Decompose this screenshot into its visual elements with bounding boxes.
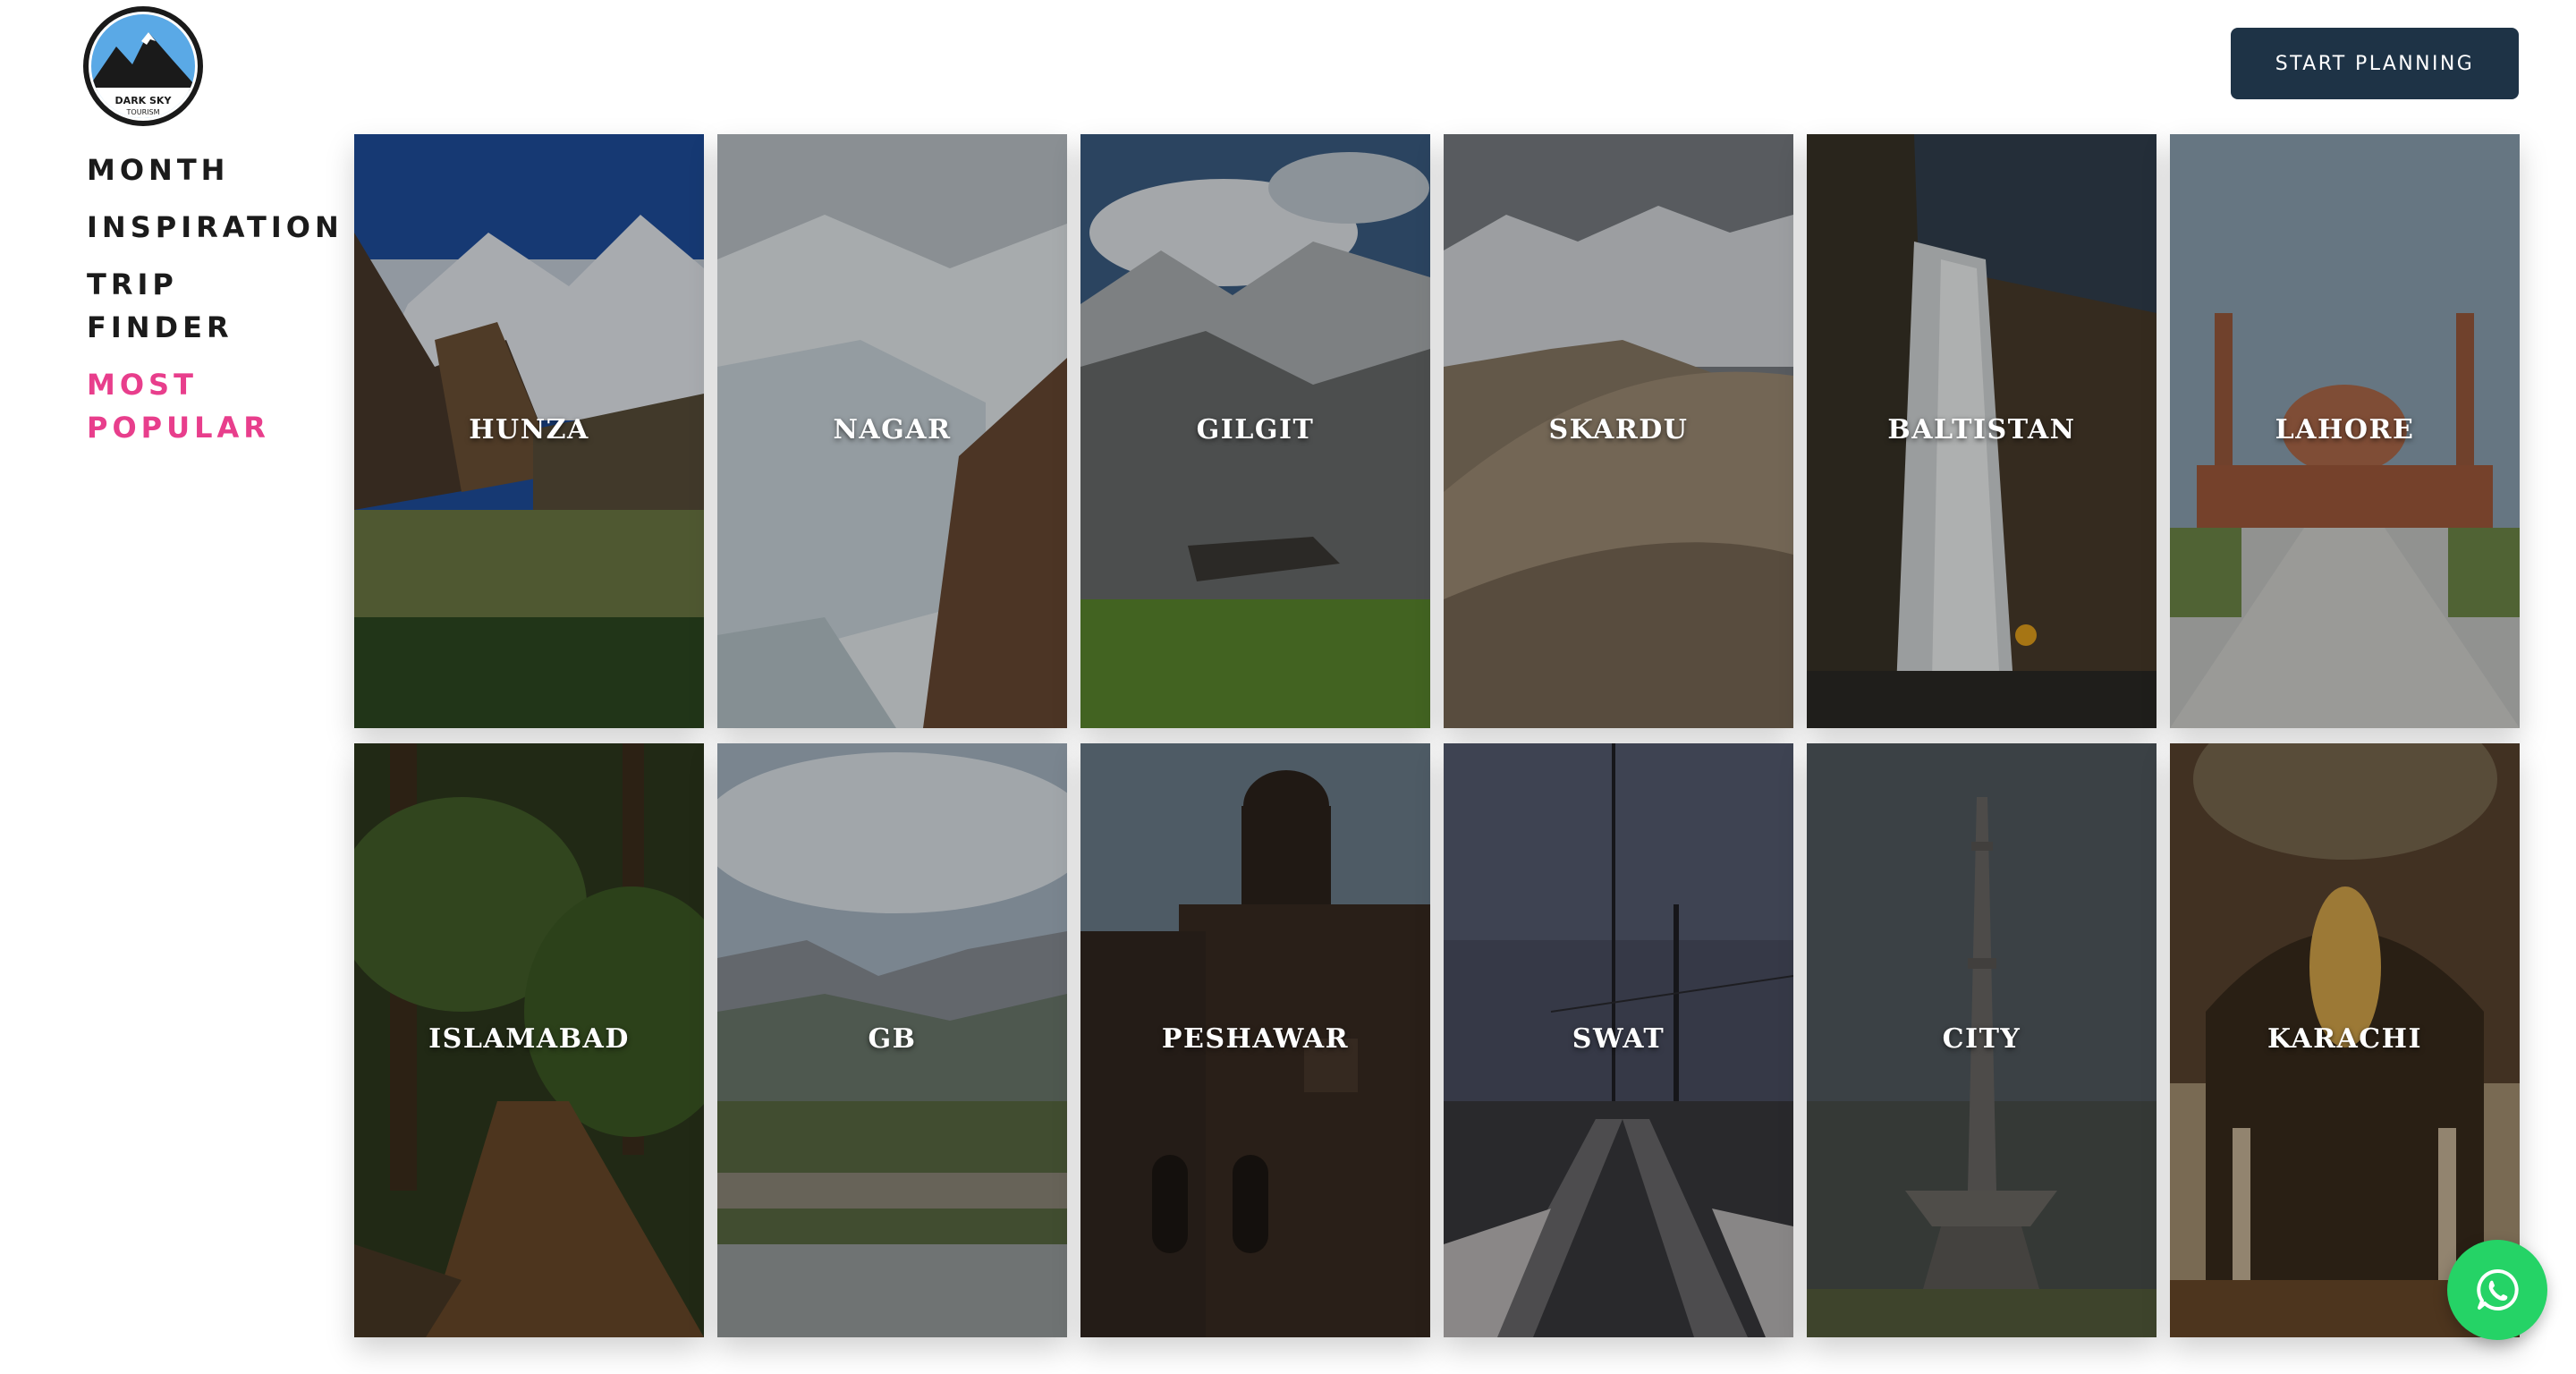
destination-grid: HUNZA NAGAR GILGIT SKARDU BALTISTAN LAHO…	[354, 134, 2520, 1337]
destination-label: GB	[868, 1023, 917, 1055]
destination-card-city[interactable]: CITY	[1807, 743, 2157, 1337]
destination-card-baltistan[interactable]: BALTISTAN	[1807, 134, 2157, 728]
destination-label: CITY	[1942, 1023, 2021, 1055]
destination-card-gilgit[interactable]: GILGIT	[1080, 134, 1430, 728]
destination-label: HUNZA	[469, 414, 589, 445]
nav-item-inspiration[interactable]: INSPIRATION	[87, 206, 339, 249]
destination-label: KARACHI	[2267, 1023, 2423, 1055]
destination-card-hunza[interactable]: HUNZA	[354, 134, 704, 728]
destination-card-nagar[interactable]: NAGAR	[717, 134, 1067, 728]
start-planning-button[interactable]: START PLANNING	[2231, 28, 2519, 99]
destination-card-lahore[interactable]: LAHORE	[2170, 134, 2520, 728]
destination-card-karachi[interactable]: KARACHI	[2170, 743, 2520, 1337]
destination-label: SWAT	[1572, 1023, 1665, 1055]
whatsapp-chat-button[interactable]	[2447, 1240, 2547, 1340]
destination-card-swat[interactable]: SWAT	[1444, 743, 1793, 1337]
destination-label: BALTISTAN	[1887, 414, 2076, 445]
nav-item-trip-finder[interactable]: TRIP FINDER	[87, 263, 337, 349]
destination-label: ISLAMABAD	[428, 1023, 630, 1055]
destination-label: SKARDU	[1548, 414, 1689, 445]
destination-label: NAGAR	[833, 414, 952, 445]
site-logo[interactable]: DARK SKY TOURISM	[82, 5, 204, 127]
whatsapp-icon	[2477, 1268, 2519, 1310]
destination-card-gb[interactable]: GB	[717, 743, 1067, 1337]
destination-label: PESHAWAR	[1161, 1023, 1350, 1055]
nav-item-month[interactable]: MONTH	[87, 148, 337, 191]
logo-text-bottom: TOURISM	[126, 108, 160, 116]
nav-item-most-popular[interactable]: MOST POPULAR	[87, 363, 337, 449]
destination-label: LAHORE	[2275, 414, 2415, 445]
side-navigation: MONTH INSPIRATION TRIP FINDER MOST POPUL…	[87, 148, 339, 463]
logo-text-top: DARK SKY	[115, 95, 173, 106]
destination-label: GILGIT	[1196, 414, 1315, 445]
destination-card-peshawar[interactable]: PESHAWAR	[1080, 743, 1430, 1337]
destination-card-islamabad[interactable]: ISLAMABAD	[354, 743, 704, 1337]
logo-badge-icon: DARK SKY TOURISM	[83, 6, 203, 126]
destination-card-skardu[interactable]: SKARDU	[1444, 134, 1793, 728]
